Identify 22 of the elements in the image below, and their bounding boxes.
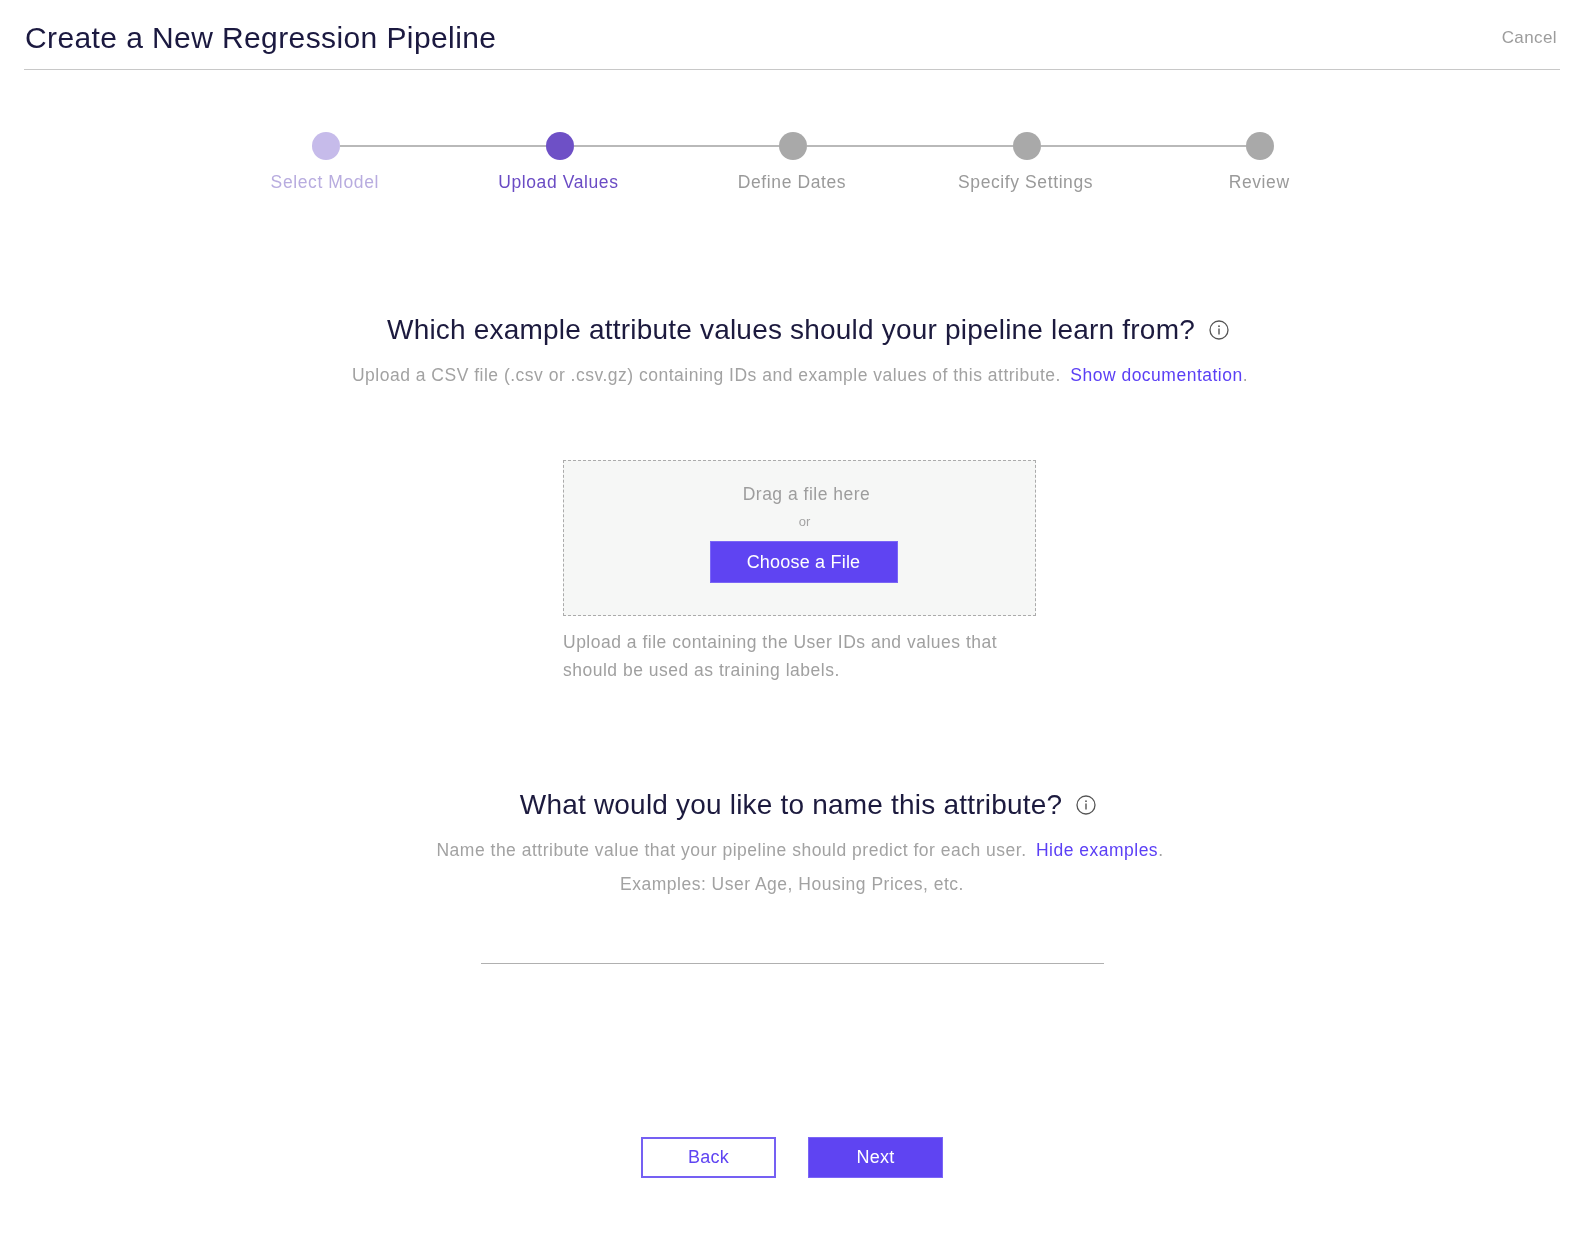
dropzone-separator: or bbox=[798, 513, 811, 531]
next-button[interactable]: Next bbox=[808, 1137, 943, 1178]
dropzone-prompt: Drag a file here bbox=[742, 483, 871, 505]
description-text: Upload a CSV file (.csv or .csv.gz) containing IDs and example values of this attribute. Show documentation. bbox=[351, 364, 1249, 387]
step-label: Select Model bbox=[270, 171, 379, 193]
step-label: Upload Values bbox=[498, 171, 619, 193]
upload-help-text: Upload a file containing the User IDs and values that should be used as training labels. bbox=[563, 631, 999, 682]
info-icon[interactable] bbox=[1076, 795, 1097, 815]
file-dropzone[interactable]: Drag a file here or Choose a File bbox=[563, 460, 1036, 616]
documentation-link[interactable]: Show documentation bbox=[1070, 365, 1243, 385]
page-title: Create a New Regression Pipeline bbox=[24, 20, 497, 56]
back-button[interactable]: Back bbox=[641, 1137, 776, 1178]
step-label: Specify Settings bbox=[958, 171, 1094, 193]
step-label: Define Dates bbox=[737, 171, 847, 193]
info-icon[interactable] bbox=[1208, 320, 1229, 340]
section-heading: What would you like to name this attribute? bbox=[519, 788, 1063, 822]
choose-file-button[interactable]: Choose a File bbox=[709, 541, 898, 583]
step-label: Review bbox=[1228, 171, 1290, 193]
hide-examples-link[interactable]: Hide examples bbox=[1035, 840, 1159, 860]
description-text: Name the attribute value that your pipeline should predict for each user. Hide examples. bbox=[436, 839, 1164, 862]
section-heading: Which example attribute values should your pipeline learn from? bbox=[387, 313, 1195, 347]
examples-text: Examples: User Age, Housing Prices, etc. bbox=[620, 873, 964, 896]
